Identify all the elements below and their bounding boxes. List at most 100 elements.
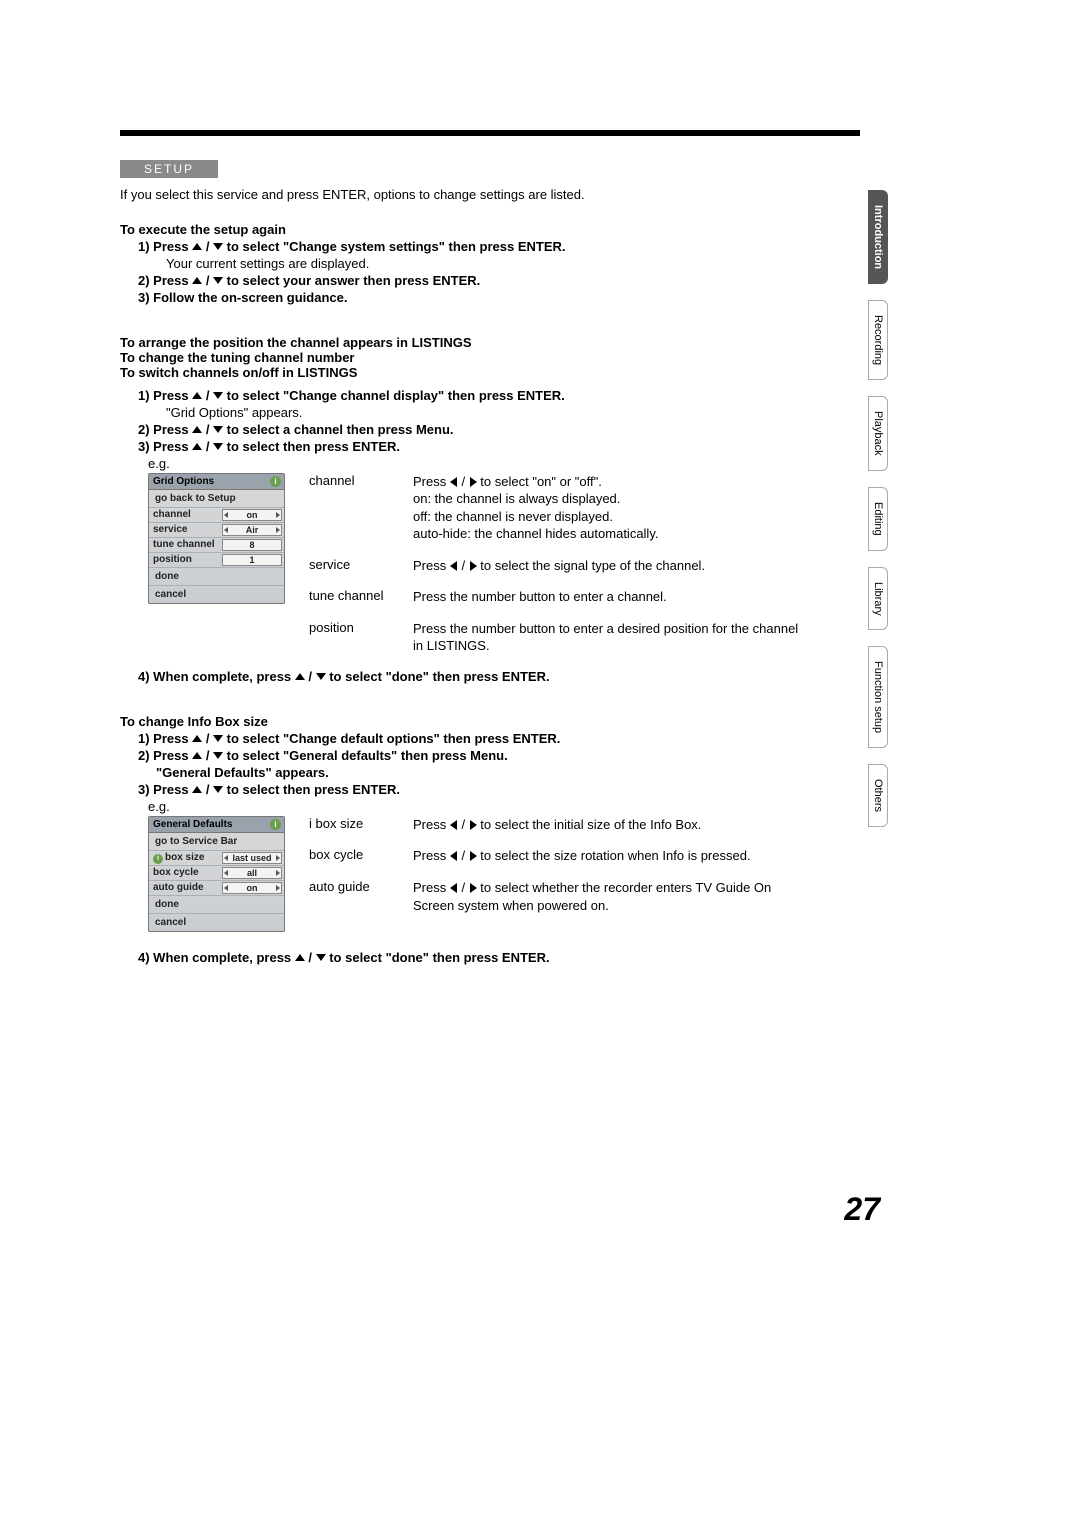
up-arrow-icon (192, 752, 202, 759)
panel-row-tune: tune channel8 (149, 538, 284, 553)
desc-key: i box size (309, 816, 413, 834)
heading-arrange: To arrange the position the channel appe… (120, 335, 810, 350)
right-arrow-icon (470, 883, 477, 893)
heading-change-tuning: To change the tuning channel number (120, 350, 810, 365)
up-arrow-icon (295, 954, 305, 961)
general-defaults-panel: General Defaults i go to Service Bar ibo… (148, 816, 285, 932)
panel-row-cancel: cancel (149, 914, 284, 931)
panel-row-auto-guide: auto guideon (149, 881, 284, 896)
desc-val: Press / to select "on" or "off". on: the… (413, 473, 810, 543)
up-arrow-icon (192, 277, 202, 284)
grid-options-panel: Grid Options i go back to Setup channelo… (148, 473, 285, 604)
left-arrow-icon (450, 820, 457, 830)
step: 3) Press / to select then press ENTER. (138, 782, 810, 797)
heading-execute-setup: To execute the setup again (120, 222, 810, 237)
panel-row-position: position1 (149, 553, 284, 568)
desc-key: position (309, 620, 413, 655)
panel-row-back: go to Service Bar (149, 833, 284, 851)
panel-row-back: go back to Setup (149, 490, 284, 508)
step: 1) Press / to select "Change system sett… (138, 239, 810, 254)
desc-key: channel (309, 473, 413, 543)
up-arrow-icon (192, 786, 202, 793)
down-arrow-icon (213, 752, 223, 759)
step: 1) Press / to select "Change default opt… (138, 731, 810, 746)
desc-key: box cycle (309, 847, 413, 865)
panel-row-box-size: ibox sizelast used (149, 851, 284, 866)
left-arrow-icon (450, 561, 457, 571)
left-arrow-icon (450, 883, 457, 893)
down-arrow-icon (316, 673, 326, 680)
panel-row-cancel: cancel (149, 586, 284, 603)
desc-val: Press the number button to enter a desir… (413, 620, 810, 655)
desc-key: auto guide (309, 879, 413, 914)
up-arrow-icon (192, 443, 202, 450)
step: 3) Follow the on-screen guidance. (138, 290, 810, 305)
desc-key: service (309, 557, 413, 575)
panel-title: General Defaults i (149, 817, 284, 833)
right-arrow-icon (470, 477, 477, 487)
eg-label: e.g. (148, 799, 810, 814)
down-arrow-icon (213, 392, 223, 399)
desc-val: Press the number button to enter a chann… (413, 588, 810, 606)
heading-info-box: To change Info Box size (120, 714, 810, 729)
tab-function-setup[interactable]: Function setup (868, 646, 888, 748)
desc-val: Press / to select the size rotation when… (413, 847, 810, 865)
tab-playback[interactable]: Playback (868, 396, 888, 471)
down-arrow-icon (213, 786, 223, 793)
info-icon: i (270, 476, 281, 487)
step-note: "General Defaults" appears. (156, 765, 810, 780)
panel-title: Grid Options i (149, 474, 284, 490)
down-arrow-icon (213, 735, 223, 742)
step: 4) When complete, press / to select "don… (138, 950, 810, 965)
desc-key: tune channel (309, 588, 413, 606)
panel-row-done: done (149, 568, 284, 586)
info-icon: i (270, 819, 281, 830)
tab-others[interactable]: Others (868, 764, 888, 827)
down-arrow-icon (213, 443, 223, 450)
step: 4) When complete, press / to select "don… (138, 669, 810, 684)
desc-val: Press / to select the signal type of the… (413, 557, 810, 575)
grid-desc: channel Press / to select "on" or "off".… (309, 473, 810, 655)
down-arrow-icon (213, 277, 223, 284)
page-content: SETUP If you select this service and pre… (120, 160, 810, 967)
eg-label: e.g. (148, 456, 810, 471)
step: 2) Press / to select a channel then pres… (138, 422, 810, 437)
info-icon: i (153, 854, 163, 864)
step: 3) Press / to select then press ENTER. (138, 439, 810, 454)
tab-library[interactable]: Library (868, 567, 888, 631)
tab-recording[interactable]: Recording (868, 300, 888, 380)
step: 2) Press / to select your answer then pr… (138, 273, 810, 288)
left-arrow-icon (450, 477, 457, 487)
panel-row-service: serviceAir (149, 523, 284, 538)
page-number: 27 (844, 1191, 880, 1228)
step-note: "Grid Options" appears. (166, 405, 810, 420)
down-arrow-icon (213, 243, 223, 250)
tab-editing[interactable]: Editing (868, 487, 888, 551)
down-arrow-icon (213, 426, 223, 433)
desc-val: Press / to select whether the recorder e… (413, 879, 810, 914)
right-arrow-icon (470, 820, 477, 830)
step: 1) Press / to select "Change channel dis… (138, 388, 810, 403)
up-arrow-icon (192, 735, 202, 742)
up-arrow-icon (192, 243, 202, 250)
desc-val: Press / to select the initial size of th… (413, 816, 810, 834)
tab-introduction[interactable]: Introduction (868, 190, 888, 284)
gen-desc: i box size Press / to select the initial… (309, 816, 810, 914)
heading-switch-channels: To switch channels on/off in LISTINGS (120, 365, 810, 380)
panel-row-done: done (149, 896, 284, 914)
up-arrow-icon (295, 673, 305, 680)
right-arrow-icon (470, 561, 477, 571)
step-note: Your current settings are displayed. (166, 256, 810, 271)
up-arrow-icon (192, 392, 202, 399)
left-arrow-icon (450, 851, 457, 861)
up-arrow-icon (192, 426, 202, 433)
panel-row-channel: channelon (149, 508, 284, 523)
intro-text: If you select this service and press ENT… (120, 186, 810, 204)
step: 2) Press / to select "General defaults" … (138, 748, 810, 763)
down-arrow-icon (316, 954, 326, 961)
top-rule (120, 130, 860, 136)
panel-row-box-cycle: box cycleall (149, 866, 284, 881)
side-tabs: Introduction Recording Playback Editing … (868, 190, 892, 843)
setup-heading: SETUP (120, 160, 218, 178)
right-arrow-icon (470, 851, 477, 861)
